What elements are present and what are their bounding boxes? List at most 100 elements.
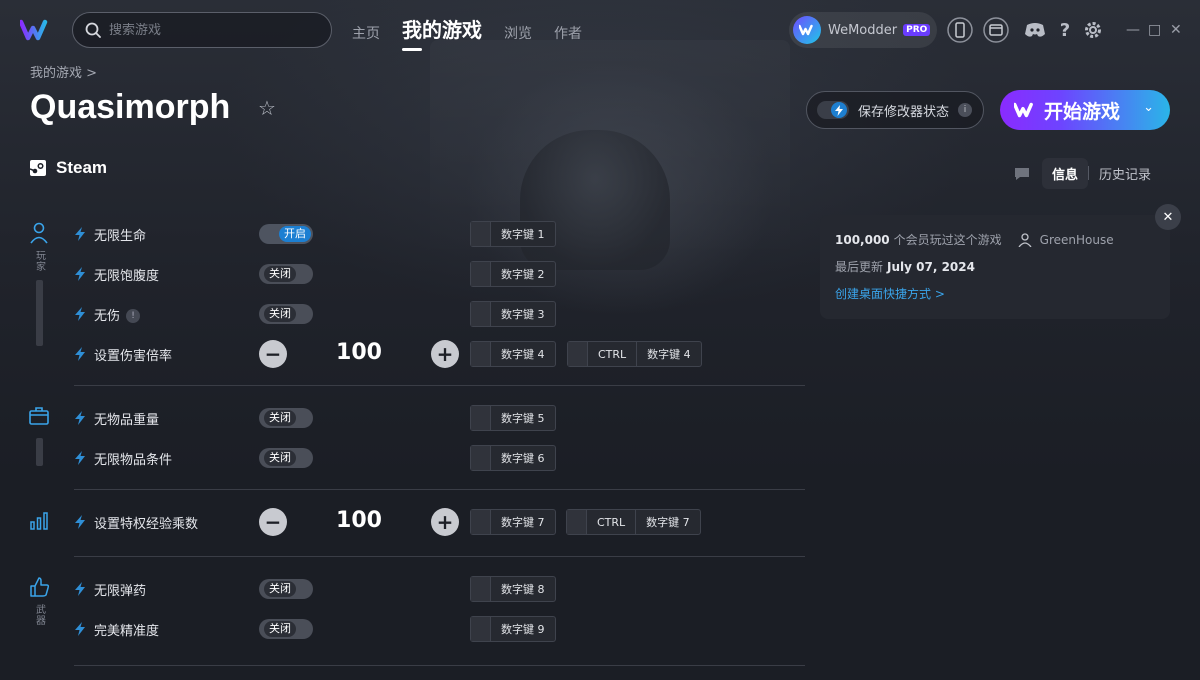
keyboard-icon (471, 577, 491, 601)
main-nav: 主页 我的游戏 浏览 作者 (352, 14, 582, 51)
search-box[interactable] (72, 12, 332, 48)
hotkey-button[interactable]: 数字键 6 (470, 445, 556, 471)
bolt-icon (75, 307, 85, 321)
discord-icon[interactable] (1022, 17, 1048, 43)
cheat-row: 设置伤害倍率 − 100 + 数字键 4 CTRL 数字键 4 (74, 340, 702, 368)
hotkey-combo-button[interactable]: CTRL 数字键 4 (567, 341, 702, 367)
increment-button[interactable]: + (431, 340, 459, 368)
toggle-state: 开启 (279, 226, 311, 242)
avatar (793, 16, 821, 44)
category-inventory[interactable] (26, 406, 52, 466)
decrement-button[interactable]: − (259, 508, 287, 536)
search-icon (85, 22, 101, 38)
gear-icon[interactable] (1080, 17, 1106, 43)
hotkey-modifier: CTRL (588, 342, 638, 366)
tab-history[interactable]: 历史记录 (1089, 158, 1161, 189)
category-bar (35, 280, 43, 346)
nav-browse[interactable]: 浏览 (504, 15, 532, 43)
keyboard-icon (471, 342, 491, 366)
phone-icon[interactable] (947, 17, 973, 43)
wemod-logo[interactable] (18, 19, 52, 41)
cheat-label-wrap: 无伤! (94, 305, 141, 324)
help-icon[interactable]: ? (1052, 17, 1078, 43)
cheat-row: 无伤! 关闭 数字键 3 (74, 301, 556, 327)
category-stats[interactable] (26, 510, 52, 530)
hotkey-button[interactable]: 数字键 9 (470, 616, 556, 642)
bolt-icon (75, 227, 85, 241)
hotkey-button[interactable]: 数字键 7 (470, 509, 556, 535)
category-label: 武器 (33, 604, 45, 626)
steam-icon (30, 160, 46, 176)
close-window-button[interactable]: ✕ (1170, 22, 1182, 38)
info-icon[interactable]: i (958, 103, 973, 117)
nav-my-games[interactable]: 我的游戏 (402, 14, 482, 51)
updated-date: July 07, 2024 (887, 259, 975, 274)
minimize-button[interactable]: — (1126, 22, 1140, 38)
cheat-label: 无限弹药 (94, 583, 147, 599)
hotkey-button[interactable]: 数字键 3 (470, 301, 556, 327)
bolt-icon (75, 267, 85, 281)
decrement-button[interactable]: − (259, 340, 287, 368)
keyboard-icon (471, 617, 491, 641)
tab-info[interactable]: 信息 (1042, 157, 1089, 189)
chat-icon[interactable] (1014, 166, 1030, 185)
username: WeModder (828, 22, 898, 38)
cheat-toggle[interactable]: 关闭 (259, 408, 313, 428)
bolt-icon (75, 347, 85, 361)
nav-creators[interactable]: 作者 (554, 15, 582, 43)
bolt-icon (75, 451, 85, 465)
play-button[interactable]: 开始游戏 ⌄ (1000, 90, 1170, 130)
maximize-button[interactable]: □ (1148, 22, 1161, 38)
cheat-toggle[interactable]: 关闭 (259, 619, 313, 639)
hotkey-label: 数字键 3 (501, 308, 545, 321)
breadcrumb[interactable]: 我的游戏 > (30, 62, 97, 81)
nav-home[interactable]: 主页 (352, 15, 380, 43)
close-panel-button[interactable]: ✕ (1155, 204, 1181, 230)
keyboard-icon (471, 446, 491, 470)
info-tabs: 信息 历史记录 (1042, 157, 1161, 189)
keyboard-icon (471, 262, 491, 286)
players-count: 100,000 (835, 232, 890, 247)
toggle-state: 关闭 (264, 450, 296, 466)
hotkey-button[interactable]: 数字键 2 (470, 261, 556, 287)
hotkey-button[interactable]: 数字键 5 (470, 405, 556, 431)
cheat-row: 无限物品条件 关闭 数字键 6 (74, 445, 556, 471)
hotkey-label: 数字键 4 (501, 348, 545, 361)
cheat-label: 设置特权经验乘数 (94, 516, 199, 532)
hotkey-combo-button[interactable]: CTRL 数字键 7 (566, 509, 701, 535)
hotkey-button[interactable]: 数字键 1 (470, 221, 556, 247)
favorite-star-icon[interactable]: ☆ (258, 96, 276, 120)
cheat-toggle[interactable]: 关闭 (259, 579, 313, 599)
hotkey-button[interactable]: 数字键 8 (470, 576, 556, 602)
chevron-down-icon[interactable]: ⌄ (1143, 100, 1154, 115)
user-menu[interactable]: WeModder PRO (789, 12, 937, 48)
save-state-switch[interactable] (817, 101, 849, 119)
keyboard-icon (471, 222, 491, 246)
cheat-toggle[interactable]: 关闭 (259, 264, 313, 284)
stepper-value[interactable]: 100 (319, 508, 399, 533)
hotkey-label: 数字键 6 (501, 452, 545, 465)
cheat-toggle[interactable]: 开启 (259, 224, 313, 244)
search-input[interactable] (109, 22, 309, 38)
stepper-value[interactable]: 100 (319, 340, 399, 365)
hotkey-button[interactable]: 数字键 4 (470, 341, 556, 367)
cheat-label: 设置伤害倍率 (94, 348, 173, 364)
save-state-toggle[interactable]: 保存修改器状态 i (806, 91, 984, 129)
create-shortcut-link[interactable]: 创建桌面快捷方式 > (835, 285, 1155, 302)
person-icon (1018, 232, 1032, 247)
updated-label: 最后更新 (835, 260, 884, 274)
hotkey-label: 数字键 2 (501, 268, 545, 281)
cheat-label: 无限生命 (94, 228, 147, 244)
author-name[interactable]: GreenHouse (1040, 233, 1114, 247)
category-bar (35, 438, 43, 466)
overlay-icon[interactable] (983, 17, 1009, 43)
cheat-toggle[interactable]: 关闭 (259, 304, 313, 324)
cheat-toggle[interactable]: 关闭 (259, 448, 313, 468)
increment-button[interactable]: + (431, 508, 459, 536)
hotkey-label: 数字键 1 (501, 228, 545, 241)
category-weapons[interactable]: 武器 (26, 576, 52, 626)
cheat-row: 设置特权经验乘数 − 100 + 数字键 7 CTRL 数字键 7 (74, 508, 701, 536)
toggle-state: 关闭 (264, 621, 296, 637)
warning-icon[interactable]: ! (126, 309, 141, 323)
category-player[interactable]: 玩家 (26, 222, 52, 346)
